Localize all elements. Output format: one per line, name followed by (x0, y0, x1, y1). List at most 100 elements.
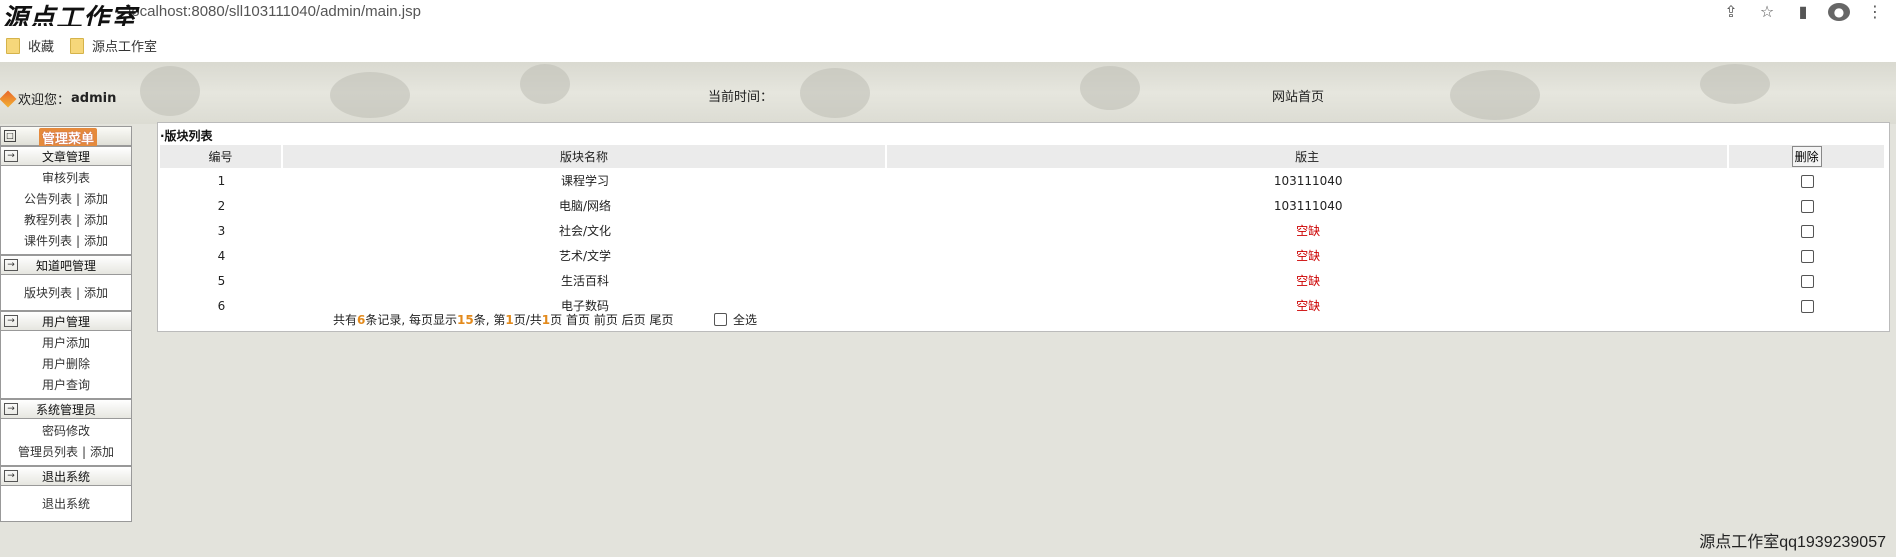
group-articles-body: 审核列表 公告列表 | 添加 教程列表 | 添加 课件列表 | 添加 (0, 166, 132, 255)
tutorial-list-link[interactable]: 教程列表 (24, 213, 72, 227)
list-item: 版块列表 | 添加 (1, 283, 131, 304)
list-item: 用户查询 (1, 375, 131, 396)
select-all-label: 全选 (733, 313, 758, 327)
cell-select (1729, 168, 1886, 193)
cell-id: 6 (217, 298, 226, 313)
group-logout[interactable]: → 退出系统 (0, 466, 132, 486)
bookmark-label: 收藏 (28, 39, 55, 54)
cell-select (1729, 193, 1886, 218)
row-checkbox[interactable] (1801, 199, 1815, 213)
group-title: 退出系统 (41, 470, 90, 484)
courseware-add-link[interactable]: 添加 (84, 234, 108, 248)
group-title: 系统管理员 (35, 403, 96, 417)
bookmark-favorites[interactable]: 收藏 (6, 36, 54, 55)
per-page-count: 15 (457, 313, 474, 327)
last-page-link[interactable]: 尾页 (650, 313, 674, 327)
address-bar[interactable]: localhost:8080/sll103111040/admin/main.j… (0, 0, 1896, 34)
table-row: 3 社会/文化 空缺 (160, 218, 1886, 243)
logout-link[interactable]: 退出系统 (42, 497, 90, 511)
user-add-link[interactable]: 用户添加 (42, 336, 90, 350)
cell-board-name: 生活百科 (560, 274, 609, 288)
password-change-link[interactable]: 密码修改 (42, 424, 90, 438)
separator: | (81, 445, 87, 459)
cell-board-name: 社会/文化 (558, 224, 611, 238)
row-checkbox[interactable] (1801, 299, 1815, 313)
footer-contact: 源点工作室qq1939239057 (1699, 534, 1886, 551)
select-all-checkbox[interactable] (714, 313, 727, 326)
menu-icon: □ (4, 130, 16, 142)
table-row: 4 艺术/文学 空缺 (160, 243, 1886, 268)
welcome-prefix: 欢迎您： (18, 93, 71, 108)
pager-text: 页 (550, 313, 563, 327)
list-item: 用户删除 (1, 354, 131, 375)
list-item: 密码修改 (1, 421, 131, 442)
table-row: 5 生活百科 空缺 (160, 268, 1886, 293)
admin-add-link[interactable]: 添加 (90, 445, 114, 459)
cell-board-name: 电脑/网络 (558, 199, 611, 213)
board-list-link[interactable]: 版块列表 (24, 286, 72, 300)
cell-moderator-vacant: 空缺 (1296, 249, 1321, 263)
prev-page-link[interactable]: 前页 (594, 313, 618, 327)
board-table: 编号 版块名称 版主 删除 1 课程学习 103111040 2 电脑/网络 1… (160, 145, 1886, 318)
separator: | (75, 234, 81, 248)
select-all[interactable]: 全选 (714, 311, 757, 328)
delete-button[interactable]: 删除 (1791, 146, 1822, 167)
group-title: 知道吧管理 (35, 259, 96, 273)
pager-text: 条, 第 (473, 313, 506, 327)
cell-select (1729, 218, 1886, 243)
notice-list-link[interactable]: 公告列表 (24, 192, 72, 206)
group-title: 用户管理 (41, 315, 90, 329)
cell-select (1729, 268, 1886, 293)
group-articles[interactable]: → 文章管理 (0, 146, 132, 166)
profile-icon[interactable]: ● (1828, 3, 1850, 21)
row-checkbox[interactable] (1801, 249, 1815, 263)
col-board-name: 版块名称 (282, 145, 888, 168)
row-checkbox[interactable] (1801, 274, 1815, 288)
cell-moderator: 103111040 (1273, 173, 1343, 188)
username: admin (71, 91, 117, 106)
cell-select (1729, 293, 1886, 318)
bookmark-studio[interactable]: 源点工作室 (70, 36, 157, 55)
list-item: 管理员列表 | 添加 (1, 442, 131, 463)
cell-id: 3 (217, 223, 226, 238)
list-item: 审核列表 (1, 168, 131, 189)
sidepanel-icon[interactable]: ▮ (1792, 2, 1814, 21)
url-text[interactable]: localhost:8080/sll103111040/admin/main.j… (128, 3, 421, 20)
share-icon[interactable]: ⇪ (1720, 2, 1742, 21)
group-admins[interactable]: → 系统管理员 (0, 399, 132, 419)
pagination: 共有6条记录, 每页显示15条, 第1页/共1页 首页 前页 后页 尾页 (333, 311, 674, 328)
current-page: 1 (505, 313, 514, 327)
cell-moderator-vacant: 空缺 (1296, 274, 1321, 288)
review-list-link[interactable]: 审核列表 (42, 171, 90, 185)
cell-id: 5 (217, 273, 226, 288)
col-delete: 删除 (1729, 145, 1886, 168)
group-title: 文章管理 (41, 150, 90, 164)
cell-moderator-vacant: 空缺 (1296, 299, 1321, 313)
sidebar: □ 管理菜单 → 文章管理 审核列表 公告列表 | 添加 教程列表 | 添加 课件列表 |… (0, 126, 132, 522)
row-checkbox[interactable] (1801, 174, 1815, 188)
home-link[interactable]: 网站首页 (1272, 86, 1324, 105)
user-delete-link[interactable]: 用户删除 (42, 357, 90, 371)
tutorial-add-link[interactable]: 添加 (84, 213, 108, 227)
star-icon[interactable]: ☆ (1756, 2, 1778, 21)
menu-title-text: 管理菜单 (39, 128, 98, 147)
courseware-list-link[interactable]: 课件列表 (24, 234, 72, 248)
table-row: 2 电脑/网络 103111040 (160, 193, 1886, 218)
user-query-link[interactable]: 用户查询 (42, 378, 90, 392)
next-page-link[interactable]: 后页 (622, 313, 646, 327)
bookmark-label: 源点工作室 (92, 39, 158, 54)
cell-select (1729, 243, 1886, 268)
group-zhidaoba[interactable]: → 知道吧管理 (0, 255, 132, 275)
list-item: 用户添加 (1, 333, 131, 354)
more-icon[interactable]: ⋮ (1864, 2, 1886, 21)
table-header-row: 编号 版块名称 版主 删除 (160, 145, 1886, 168)
group-zhidaoba-body: 版块列表 | 添加 (0, 275, 132, 311)
notice-add-link[interactable]: 添加 (84, 192, 108, 206)
group-users[interactable]: → 用户管理 (0, 311, 132, 331)
admin-list-link[interactable]: 管理员列表 (18, 445, 78, 459)
current-time-label: 当前时间： (708, 90, 774, 105)
board-add-link[interactable]: 添加 (84, 286, 108, 300)
cell-moderator-vacant: 空缺 (1296, 224, 1321, 238)
first-page-link[interactable]: 首页 (566, 313, 590, 327)
row-checkbox[interactable] (1801, 224, 1815, 238)
